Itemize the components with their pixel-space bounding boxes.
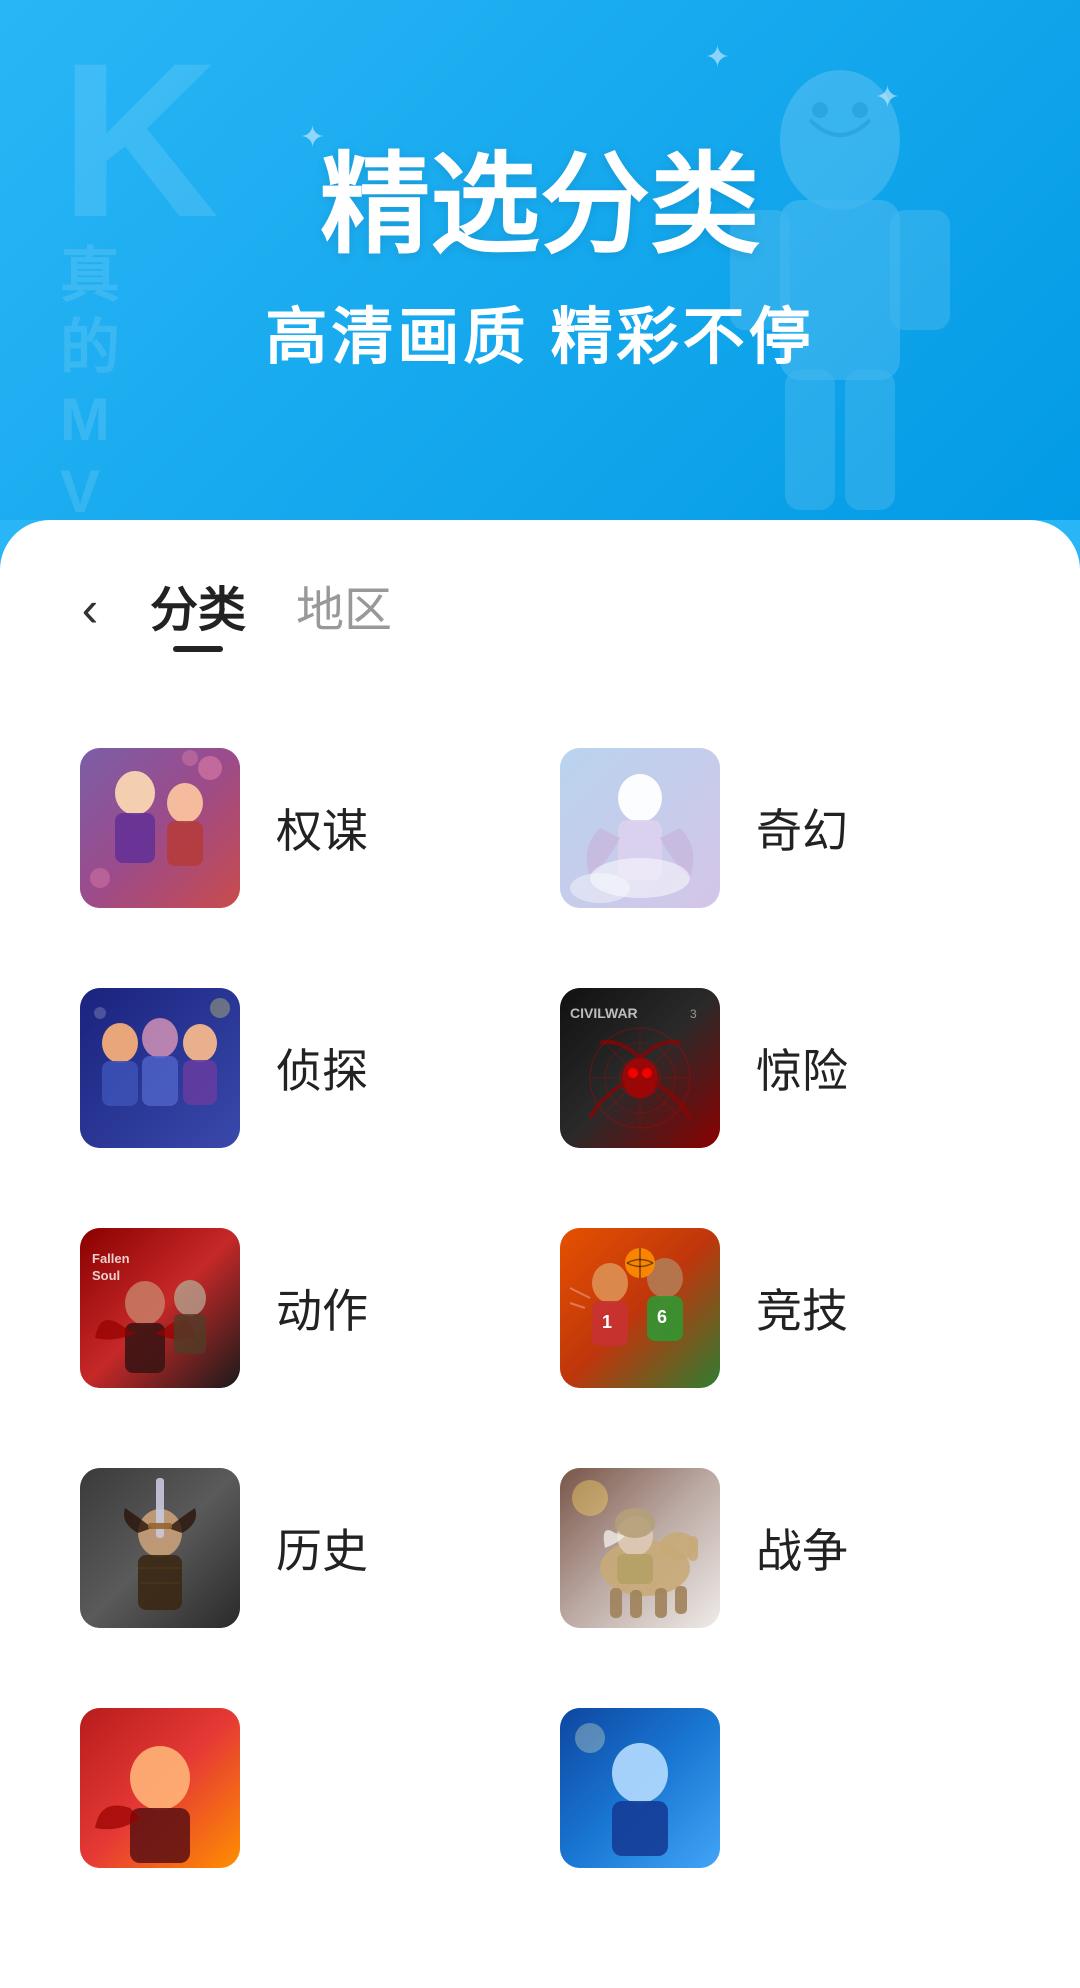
category-thumb-bottom2	[560, 1708, 720, 1868]
category-label-qihuan: 奇幻	[756, 795, 848, 861]
bg-kanji: K	[60, 30, 219, 250]
category-item-qihuan[interactable]: 奇幻	[540, 708, 1020, 948]
category-item-bottom1[interactable]	[60, 1668, 540, 1908]
category-thumb-jingji: 1 6	[560, 1228, 720, 1388]
category-thumb-zhentan	[80, 988, 240, 1148]
tab-group: 分类 地区	[150, 570, 392, 648]
category-label-dongzuo: 动作	[276, 1275, 368, 1341]
category-item-jingxian[interactable]: CIVILWAR 3	[540, 948, 1020, 1188]
category-thumb-qihuan	[560, 748, 720, 908]
content-card: ‹ 分类 地区	[0, 520, 1080, 1988]
category-thumb-jingxian: CIVILWAR 3	[560, 988, 720, 1148]
tab-region[interactable]: 地区	[296, 570, 392, 648]
category-item-zhanzheng[interactable]: 战争	[540, 1428, 1020, 1668]
category-label-jingji: 竞技	[756, 1275, 848, 1341]
category-thumb-lishi	[80, 1468, 240, 1628]
category-item-dongzuo[interactable]: Fallen Soul 动作	[60, 1188, 540, 1428]
category-thumb-bottom1	[80, 1708, 240, 1868]
category-item-bottom2[interactable]	[540, 1668, 1020, 1908]
category-item-jingji[interactable]: 1 6 竞技	[540, 1188, 1020, 1428]
svg-text:3: 3	[690, 1007, 697, 1021]
hero-subtitle: 高清画质 精彩不停	[265, 286, 814, 376]
back-button[interactable]: ‹	[60, 579, 120, 639]
tab-category[interactable]: 分类	[150, 570, 246, 648]
category-grid: 权谋	[60, 708, 1020, 1908]
bg-subtext: 真的MV	[60, 240, 120, 520]
hero-section: K 真的MV ✦ ✦ ✦ 精选分类 高清画质 精彩不停	[0, 0, 1080, 520]
category-item-quanmou[interactable]: 权谋	[60, 708, 540, 948]
category-item-lishi[interactable]: 历史	[60, 1428, 540, 1668]
category-label-jingxian: 惊险	[756, 1035, 848, 1101]
category-label-zhanzheng: 战争	[756, 1515, 848, 1581]
category-item-zhentan[interactable]: 侦探	[60, 948, 540, 1188]
category-label-zhentan: 侦探	[276, 1035, 368, 1101]
category-label-lishi: 历史	[276, 1515, 368, 1581]
svg-text:Fallen: Fallen	[92, 1251, 130, 1266]
svg-text:6: 6	[657, 1307, 667, 1327]
category-thumb-quanmou	[80, 748, 240, 908]
hero-title: 精选分类	[320, 145, 760, 266]
svg-text:CIVILWAR: CIVILWAR	[570, 1005, 638, 1021]
card-header: ‹ 分类 地区	[60, 520, 1020, 668]
category-label-quanmou: 权谋	[276, 795, 368, 861]
category-thumb-dongzuo: Fallen Soul	[80, 1228, 240, 1388]
svg-text:1: 1	[602, 1312, 612, 1332]
category-thumb-zhanzheng	[560, 1468, 720, 1628]
svg-text:Soul: Soul	[92, 1268, 120, 1283]
